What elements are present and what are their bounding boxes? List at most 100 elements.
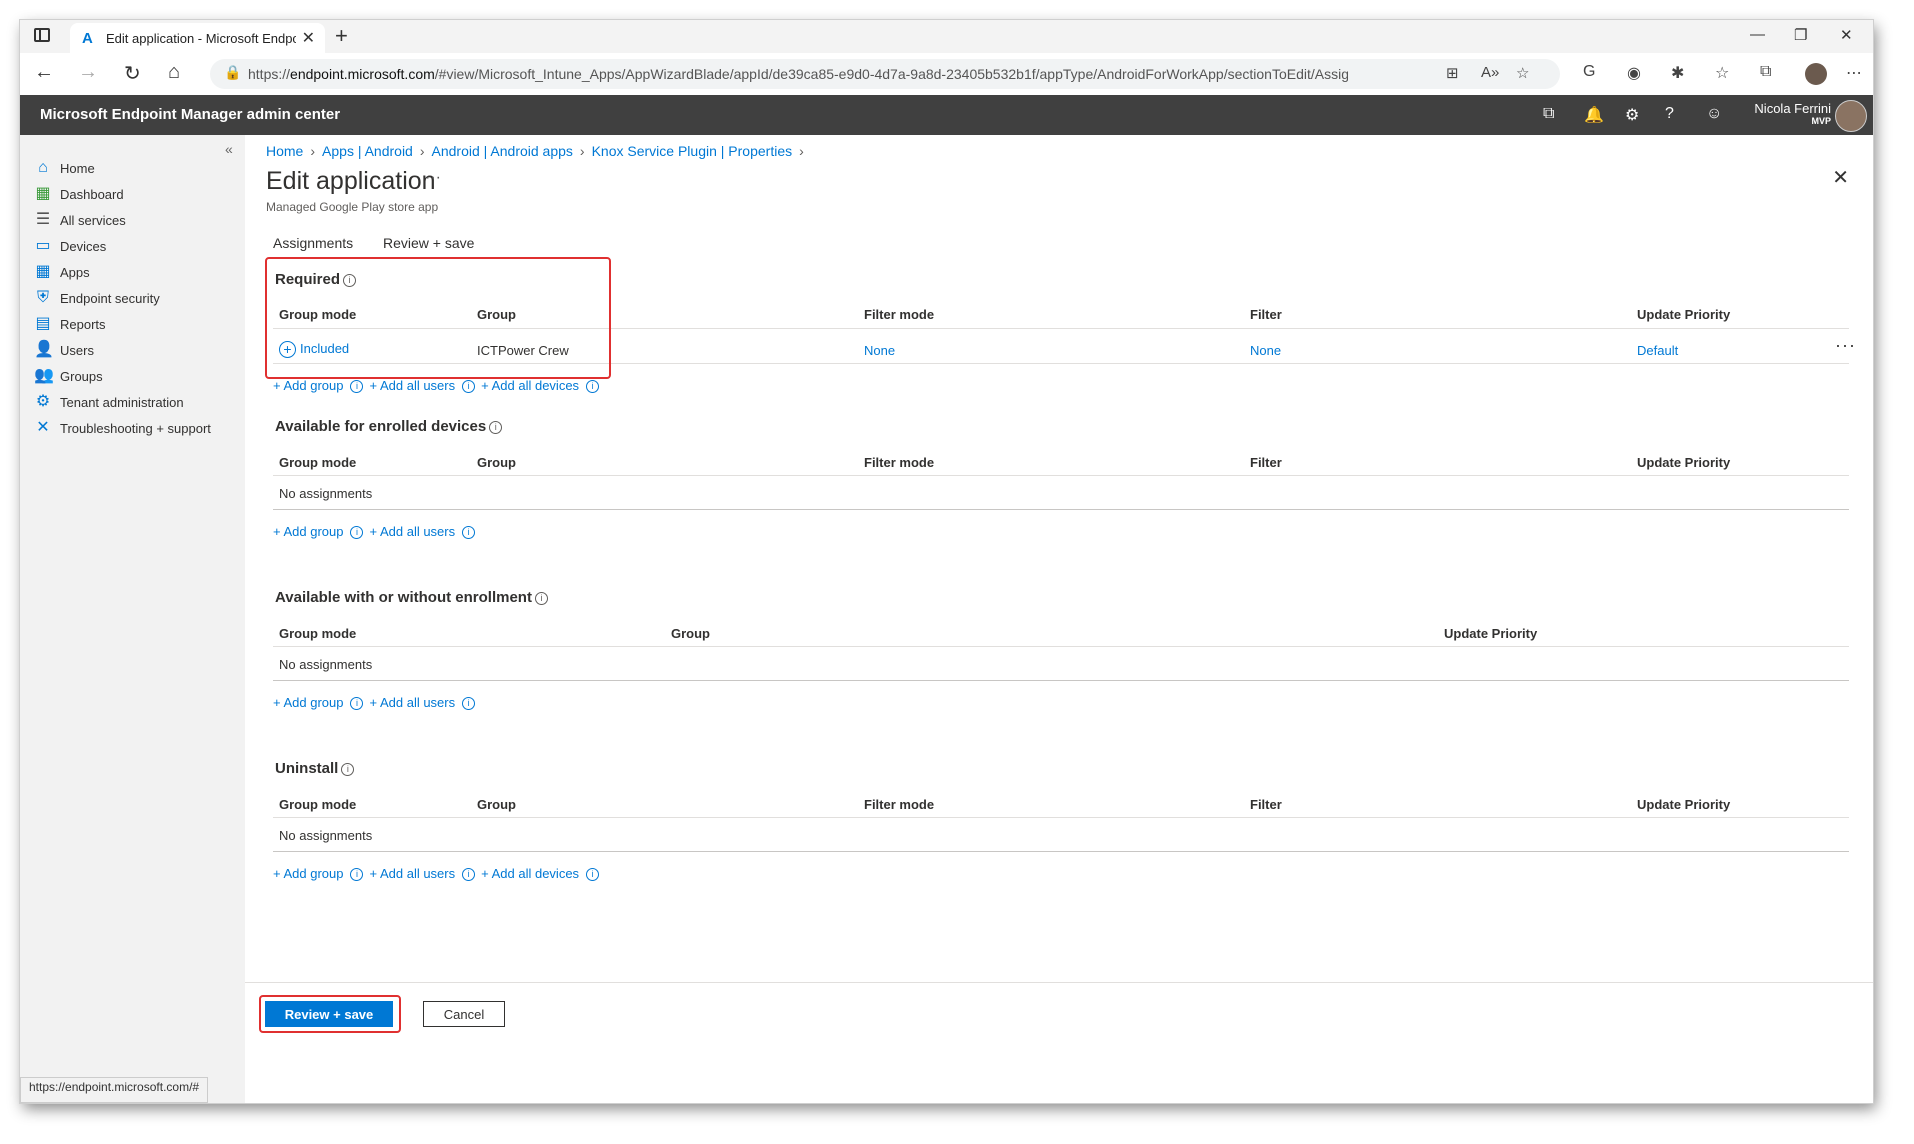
tab-assignments[interactable]: Assignments xyxy=(273,235,354,259)
sidebar-item-devices[interactable]: ▭ Devices xyxy=(34,235,239,261)
sidebar-item-groups[interactable]: 👥 Groups xyxy=(34,365,239,391)
col-group-mode: Group mode xyxy=(279,797,357,812)
extensions-icon[interactable]: ✱ xyxy=(1671,63,1684,83)
section-title-available-enrolled: Available for enrolled devices i xyxy=(275,418,503,435)
filter-value[interactable]: None xyxy=(1250,343,1281,358)
user-info[interactable]: Nicola Ferrini MVP xyxy=(1754,101,1831,126)
favorite-add-icon[interactable]: ☆ xyxy=(1516,64,1529,82)
status-bar-url: https://endpoint.microsoft.com/# xyxy=(20,1077,209,1103)
sidebar-item-all-services[interactable]: ☰ All services xyxy=(34,209,239,235)
shield-icon: ⛨ xyxy=(36,289,49,306)
sidebar-item-tenant-administration[interactable]: ⚙ Tenant administration xyxy=(34,391,239,417)
col-update-priority: Update Priority xyxy=(1637,797,1731,812)
avatar[interactable] xyxy=(1835,100,1867,132)
add-all-users-link[interactable]: + Add all users xyxy=(369,524,455,539)
azure-favicon-icon: A xyxy=(82,30,93,47)
sidebar-item-troubleshooting[interactable]: ✕ Troubleshooting + support xyxy=(34,417,239,443)
sidebar-item-endpoint-security[interactable]: ⛨ Endpoint security xyxy=(34,287,239,313)
sidebar-item-dashboard[interactable]: ▦ Dashboard xyxy=(34,183,239,209)
sidebar-item-users[interactable]: 👤 Users xyxy=(34,339,239,365)
close-icon[interactable]: ✕ xyxy=(1832,165,1849,190)
minimize-icon[interactable]: — xyxy=(1750,26,1765,43)
lock-icon[interactable]: 🔒 xyxy=(224,64,241,81)
app-available-icon[interactable]: ⊞ xyxy=(1446,64,1459,82)
filter-mode-value[interactable]: None xyxy=(864,343,895,358)
breadcrumb-apps-android[interactable]: Apps | Android xyxy=(322,143,413,159)
info-icon[interactable]: i xyxy=(341,762,355,776)
col-filter: Filter xyxy=(1250,455,1282,470)
col-filter: Filter xyxy=(1250,797,1282,812)
add-all-users-link[interactable]: + Add all users xyxy=(369,378,455,393)
cancel-button[interactable]: Cancel xyxy=(423,1001,505,1027)
user-name: Nicola Ferrini xyxy=(1754,101,1831,116)
close-window-icon[interactable]: ✕ xyxy=(1840,26,1853,44)
brand-title[interactable]: Microsoft Endpoint Manager admin center xyxy=(40,106,340,123)
info-icon[interactable]: i xyxy=(489,420,503,434)
add-all-users-link[interactable]: + Add all users xyxy=(369,695,455,710)
browser-tab[interactable]: A Edit application - Microsoft Endpoint … xyxy=(70,23,325,53)
profile-avatar[interactable] xyxy=(1805,63,1827,85)
breadcrumb-home[interactable]: Home xyxy=(266,143,303,159)
tab-actions-icon[interactable] xyxy=(34,28,50,42)
refresh-icon[interactable]: ↻ xyxy=(124,61,141,86)
breadcrumb-knox-properties[interactable]: Knox Service Plugin | Properties xyxy=(592,143,793,159)
help-icon[interactable]: ? xyxy=(1665,105,1674,123)
read-aloud-icon[interactable]: A» xyxy=(1481,64,1499,81)
tab-review-save[interactable]: Review + save xyxy=(383,235,474,251)
sidebar-item-reports[interactable]: ▤ Reports xyxy=(34,313,239,339)
add-group-link[interactable]: + Add group xyxy=(273,695,343,710)
forward-icon[interactable]: → xyxy=(78,61,98,84)
collections-icon[interactable]: ⧉ xyxy=(1760,63,1771,81)
info-icon[interactable]: i xyxy=(586,868,600,882)
main-content: Home › Apps | Android › Android | Android ap… xyxy=(245,135,1873,1103)
more-options-icon[interactable]: ··· xyxy=(425,169,441,187)
sidebar-item-home[interactable]: ⌂ Home xyxy=(34,157,239,183)
add-all-users-link[interactable]: + Add all users xyxy=(369,866,455,881)
add-all-devices-link[interactable]: + Add all devices xyxy=(481,866,579,881)
info-icon[interactable]: i xyxy=(350,380,364,394)
breadcrumb-android-apps[interactable]: Android | Android apps xyxy=(432,143,573,159)
add-group-link[interactable]: + Add group xyxy=(273,524,343,539)
info-icon[interactable]: i xyxy=(534,591,548,605)
new-tab-icon[interactable]: + xyxy=(335,23,348,49)
settings-more-icon[interactable]: ⋯ xyxy=(1846,63,1862,83)
info-icon[interactable]: i xyxy=(462,380,476,394)
col-filter: Filter xyxy=(1250,307,1282,322)
feedback-icon[interactable]: ☺ xyxy=(1706,105,1722,123)
extension-g-icon[interactable]: G xyxy=(1583,63,1595,81)
tools-icon: ✕ xyxy=(36,419,50,436)
add-group-link[interactable]: + Add group xyxy=(273,378,343,393)
close-tab-icon[interactable]: ✕ xyxy=(302,28,315,48)
app-header: Microsoft Endpoint Manager admin center … xyxy=(20,95,1873,135)
back-icon[interactable]: ← xyxy=(34,61,54,84)
url-field[interactable]: 🔒 https://endpoint.microsoft.com/#view/M… xyxy=(210,59,1560,89)
info-icon[interactable]: i xyxy=(350,526,364,540)
add-all-devices-link[interactable]: + Add all devices xyxy=(481,378,579,393)
notifications-icon[interactable]: 🔔 xyxy=(1584,105,1604,125)
info-icon[interactable]: i xyxy=(462,868,476,882)
restore-icon[interactable]: ❐ xyxy=(1794,26,1807,44)
info-icon[interactable]: i xyxy=(586,380,600,394)
info-icon[interactable]: i xyxy=(350,868,364,882)
sidebar-item-apps[interactable]: ▦ Apps xyxy=(34,261,239,287)
sidebar-item-label: Users xyxy=(60,343,94,358)
page-title: Edit application xyxy=(266,167,436,195)
col-group-mode: Group mode xyxy=(279,626,357,641)
available-without-add-links: + Add group i + Add all users i xyxy=(273,695,481,711)
sidebar-item-label: All services xyxy=(60,213,126,228)
col-update-priority: Update Priority xyxy=(1637,455,1731,470)
col-filter-mode: Filter mode xyxy=(864,455,935,470)
home-browser-icon[interactable]: ⌂ xyxy=(168,61,180,84)
cloud-shell-icon[interactable]: ⧉ xyxy=(1543,105,1554,123)
favorites-icon[interactable]: ☆ xyxy=(1715,63,1729,83)
info-icon[interactable]: i xyxy=(462,526,476,540)
info-icon[interactable]: i xyxy=(462,697,476,711)
collapse-sidebar-icon[interactable]: « xyxy=(225,141,233,157)
add-group-link[interactable]: + Add group xyxy=(273,866,343,881)
extension-lock-icon[interactable]: ◉ xyxy=(1627,63,1641,83)
dashboard-icon: ▦ xyxy=(35,185,51,202)
row-more-icon[interactable]: ··· xyxy=(1835,335,1856,356)
update-priority-value[interactable]: Default xyxy=(1637,343,1678,358)
info-icon[interactable]: i xyxy=(350,697,364,711)
gear-icon[interactable]: ⚙ xyxy=(1625,105,1639,125)
